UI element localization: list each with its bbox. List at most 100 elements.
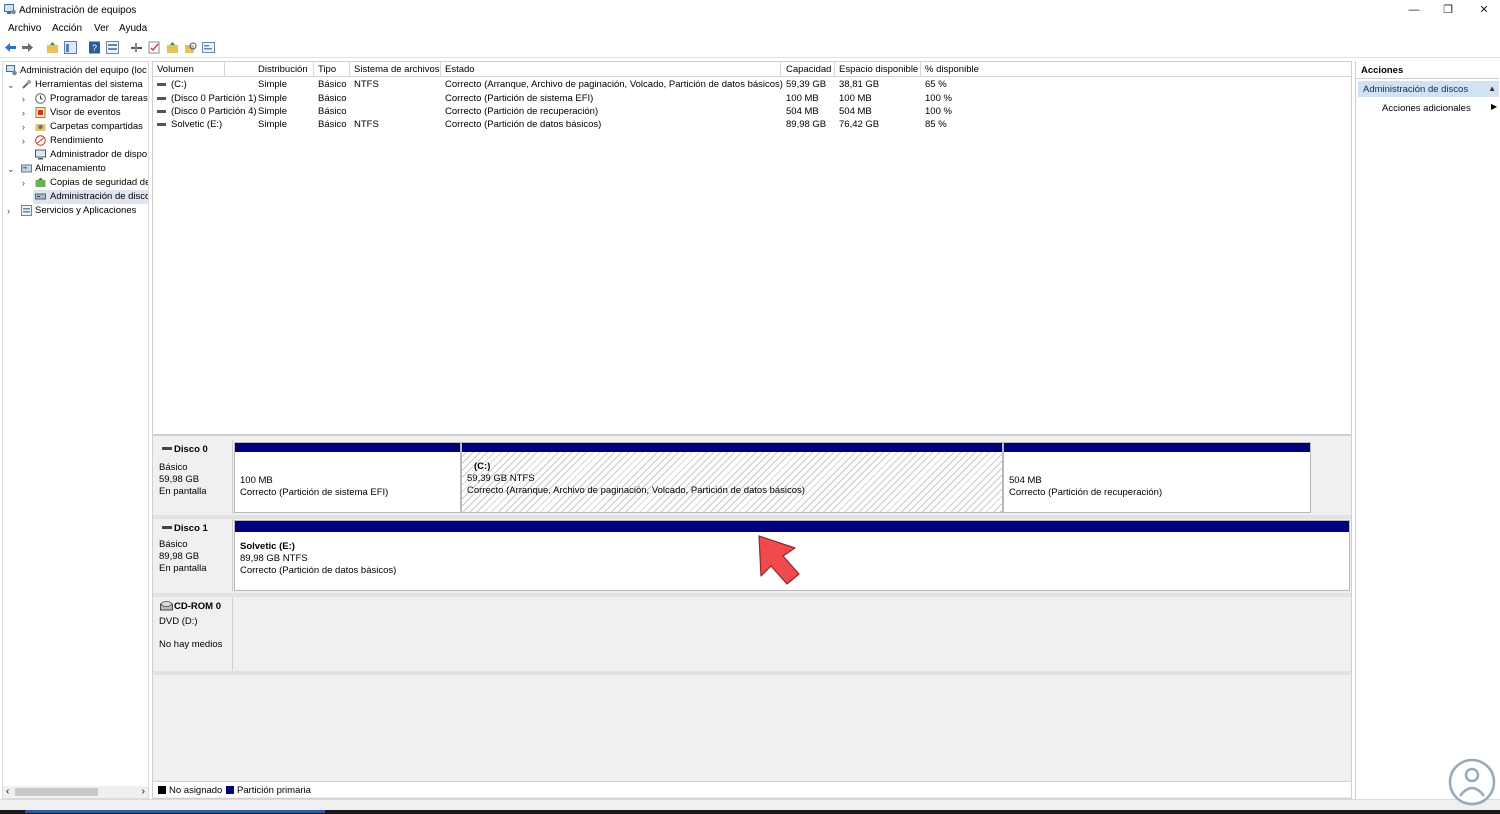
column-header-espacio-disponible[interactable]: Espacio disponible	[835, 62, 921, 77]
back-icon[interactable]	[4, 41, 17, 54]
disk-size: 89,98 GB	[159, 551, 200, 562]
tree-item-event-viewer[interactable]: › Visor de eventos	[3, 106, 148, 120]
partition-c[interactable]: (C:) 59,39 GB NTFS Correcto (Arranque, A…	[461, 442, 1003, 513]
tree-item-storage[interactable]: ⌄ Almacenamiento	[3, 162, 148, 176]
cell-status: Correcto (Partición de recuperación)	[445, 106, 599, 117]
column-header-porcentaje[interactable]: % disponible	[921, 62, 1351, 77]
restore-button[interactable]: ❐	[1430, 0, 1466, 20]
help-icon[interactable]: ?	[88, 41, 101, 54]
cdrom-empty-area[interactable]	[234, 597, 1351, 671]
disk-status: En pantalla	[159, 486, 207, 497]
tree-item-system-tools[interactable]: ⌄ Herramientas del sistema	[3, 78, 148, 92]
table-row[interactable]: (Disco 0 Partición 1) Simple Básico Corr…	[153, 92, 1351, 105]
submenu-arrow-icon[interactable]: ▶	[1491, 102, 1497, 111]
cell-capacity: 89,98 GB	[786, 119, 827, 130]
services-icon	[21, 205, 32, 216]
tree-label: Carpetas compartidas	[50, 121, 143, 132]
event-viewer-icon	[35, 107, 46, 118]
cell-type: Básico	[318, 79, 347, 90]
tree-item-task-scheduler[interactable]: › Programador de tareas	[3, 92, 148, 106]
partition-size: 59,39 GB NTFS	[467, 473, 535, 484]
forward-icon[interactable]	[21, 41, 34, 54]
scroll-right-icon[interactable]: ›	[142, 786, 145, 797]
partition-status: Correcto (Arranque, Archivo de paginació…	[467, 485, 805, 496]
column-header-tipo[interactable]: Tipo	[314, 62, 350, 77]
volume-icon	[157, 97, 166, 100]
tree-item-computer-management[interactable]: Administración del equipo (loc	[3, 64, 148, 78]
disk-status: En pantalla	[159, 563, 207, 574]
menu-archivo[interactable]: Archivo	[8, 23, 41, 34]
minimize-button[interactable]: —	[1396, 0, 1432, 20]
chevron-right-icon[interactable]: ›	[22, 122, 30, 132]
tree-item-disk-management[interactable]: Administración de disco	[33, 190, 148, 204]
disk-name: CD-ROM 0	[174, 601, 221, 612]
table-row[interactable]: (Disco 0 Partición 4) Simple Básico Corr…	[153, 105, 1351, 118]
chevron-right-icon[interactable]: ›	[22, 178, 30, 188]
cell-capacity: 59,39 GB	[786, 79, 827, 90]
tree-item-performance[interactable]: › Rendimiento	[3, 134, 148, 148]
chevron-right-icon[interactable]: ›	[22, 94, 30, 104]
collapse-up-icon[interactable]: ▲	[1488, 84, 1496, 93]
column-header-volumen[interactable]: Volumen	[153, 62, 225, 77]
search-folder-icon[interactable]	[184, 41, 197, 54]
chevron-right-icon[interactable]: ›	[22, 108, 30, 118]
tree-label: Administrador de dispo	[50, 149, 148, 160]
properties-icon[interactable]	[106, 41, 119, 54]
volume-list-header: Volumen Distribución Tipo Sistema de arc…	[153, 62, 1351, 77]
table-row[interactable]: Solvetic (E:) Simple Básico NTFS Correct…	[153, 118, 1351, 131]
tree-horizontal-scrollbar[interactable]: ‹ ›	[3, 786, 148, 798]
legend-swatch-unallocated	[158, 786, 166, 794]
close-button[interactable]: ✕	[1466, 0, 1500, 20]
column-header-estado[interactable]: Estado	[441, 62, 781, 77]
disk-0-label[interactable]: Disco 0 Básico 59,98 GB En pantalla	[153, 440, 233, 514]
partition-size: 89,98 GB NTFS	[240, 553, 308, 564]
partition-recovery[interactable]: 504 MB Correcto (Partición de recuperaci…	[1003, 442, 1311, 513]
cell-status: Correcto (Partición de sistema EFI)	[445, 93, 594, 104]
tree-label: Herramientas del sistema	[35, 79, 143, 90]
cell-layout: Simple	[258, 119, 288, 130]
chevron-right-icon[interactable]: ›	[22, 136, 30, 146]
chevron-down-icon[interactable]: ⌄	[7, 164, 15, 174]
more-actions-link[interactable]: Acciones adicionales	[1382, 103, 1471, 114]
cell-free-space: 100 MB	[839, 93, 872, 104]
cell-layout: Simple	[258, 93, 288, 104]
title-bar: Administración de equipos — ❐ ✕	[0, 0, 1500, 22]
new-icon[interactable]	[166, 41, 179, 54]
up-folder-icon[interactable]	[46, 41, 59, 54]
tree-item-backup[interactable]: › Copias de seguridad de	[3, 176, 148, 190]
disk-type: Básico	[159, 539, 188, 550]
disk-type: Básico	[159, 462, 188, 473]
tree-item-device-manager[interactable]: Administrador de dispo	[3, 148, 148, 162]
cdrom-0-label[interactable]: CD-ROM 0 DVD (D:) No hay medios	[153, 597, 233, 671]
menu-accion[interactable]: Acción	[52, 23, 82, 34]
disk-name: Disco 0	[174, 444, 208, 455]
show-tree-icon[interactable]	[64, 41, 77, 54]
legend-swatch-primary	[226, 786, 234, 794]
cell-percent-free: 65 %	[925, 79, 947, 90]
scroll-left-icon[interactable]: ‹	[6, 786, 9, 797]
column-header-capacidad[interactable]: Capacidad	[782, 62, 835, 77]
column-header-sistema-archivos[interactable]: Sistema de archivos	[350, 62, 441, 77]
table-row[interactable]: (C:) Simple Básico NTFS Correcto (Arranq…	[153, 78, 1351, 91]
partition-bar	[462, 443, 1002, 452]
disk-1-label[interactable]: Disco 1 Básico 89,98 GB En pantalla	[153, 519, 233, 591]
actions-section-disk-management[interactable]: Administración de discos ▲	[1358, 81, 1499, 97]
connect-icon[interactable]	[130, 41, 143, 54]
partition-size: 100 MB	[240, 475, 273, 486]
disk-management-icon	[35, 193, 46, 200]
partition-status: Correcto (Partición de recuperación)	[1009, 487, 1163, 498]
menu-ayuda[interactable]: Ayuda	[119, 23, 147, 34]
scroll-thumb[interactable]	[15, 788, 98, 796]
partition-efi[interactable]: 100 MB Correcto (Partición de sistema EF…	[234, 442, 461, 513]
tree-item-services[interactable]: › Servicios y Aplicaciones	[3, 204, 148, 218]
column-header-distribucion[interactable]: Distribución	[254, 62, 314, 77]
menu-ver[interactable]: Ver	[94, 23, 109, 34]
check-icon[interactable]	[148, 41, 161, 54]
tree-label: Copias de seguridad de	[50, 177, 149, 188]
chevron-right-icon[interactable]: ›	[7, 206, 15, 216]
chevron-down-icon[interactable]: ⌄	[7, 80, 15, 90]
performance-icon	[35, 135, 46, 146]
console-icon[interactable]	[202, 41, 215, 54]
tree-item-shared-folders[interactable]: › Carpetas compartidas	[3, 120, 148, 134]
backup-icon	[35, 177, 46, 187]
